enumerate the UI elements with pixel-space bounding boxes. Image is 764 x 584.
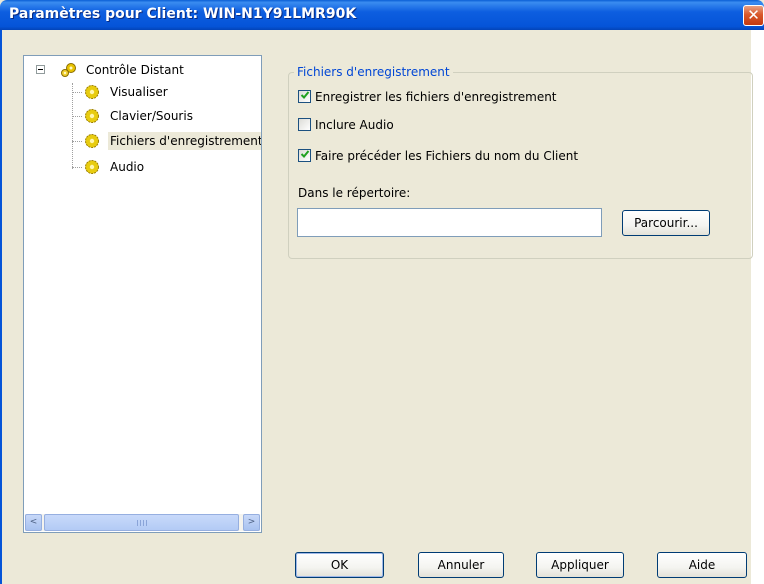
checkbox-label: Inclure Audio bbox=[315, 118, 394, 132]
close-icon: ✕ bbox=[747, 6, 760, 24]
browse-button[interactable]: Parcourir... bbox=[622, 210, 710, 236]
checkmark-icon bbox=[300, 91, 310, 99]
help-button[interactable]: Aide bbox=[657, 552, 747, 578]
scroll-thumb[interactable] bbox=[44, 514, 239, 531]
tree-item-label: Visualiser bbox=[110, 85, 168, 99]
ok-button[interactable]: OK bbox=[295, 552, 384, 578]
window-title: Paramètres pour Client: WIN-N1Y91LMR90K bbox=[9, 6, 357, 22]
chevron-right-icon: > bbox=[247, 517, 256, 527]
gears-icon bbox=[61, 63, 76, 77]
checkbox-box[interactable] bbox=[298, 118, 311, 131]
gear-icon bbox=[85, 85, 99, 99]
tree-connector bbox=[72, 116, 82, 117]
checkbox-label: Faire précéder les Fichiers du nom du Cl… bbox=[315, 149, 579, 163]
tree-item-label: Contrôle Distant bbox=[86, 63, 184, 77]
group-title: Fichiers d'enregistrement bbox=[294, 65, 453, 79]
checkbox-box[interactable] bbox=[298, 90, 311, 103]
apply-button[interactable]: Appliquer bbox=[536, 552, 624, 578]
checkbox-box[interactable] bbox=[298, 149, 311, 162]
collapse-toggle-icon[interactable] bbox=[36, 65, 45, 74]
tree-connector bbox=[72, 83, 73, 169]
tree-item-label: Fichiers d'enregistrement bbox=[108, 132, 261, 150]
scroll-right-button[interactable]: > bbox=[243, 514, 260, 531]
chevron-left-icon: < bbox=[29, 517, 38, 527]
settings-tree[interactable]: Contrôle Distant Visualiser Clavier/Sour… bbox=[23, 55, 262, 533]
gear-icon bbox=[85, 160, 99, 174]
gear-icon bbox=[85, 134, 99, 148]
checkmark-icon bbox=[300, 150, 310, 158]
directory-input[interactable] bbox=[297, 208, 602, 237]
tree-connector bbox=[72, 92, 82, 93]
tree-item-label: Audio bbox=[110, 160, 145, 174]
checkbox-label: Enregistrer les fichiers d'enregistremen… bbox=[315, 90, 557, 104]
close-button[interactable]: ✕ bbox=[743, 5, 764, 26]
settings-window: Paramètres pour Client: WIN-N1Y91LMR90K … bbox=[0, 0, 764, 584]
window-left-border bbox=[0, 30, 2, 584]
cancel-button[interactable]: Annuler bbox=[418, 552, 504, 578]
scroll-left-button[interactable]: < bbox=[25, 514, 42, 531]
directory-label: Dans le répertoire: bbox=[298, 186, 411, 200]
gear-icon bbox=[85, 109, 99, 123]
tree-connector bbox=[72, 141, 82, 142]
title-bar[interactable]: Paramètres pour Client: WIN-N1Y91LMR90K … bbox=[0, 0, 764, 30]
tree-horizontal-scrollbar[interactable]: < > bbox=[25, 514, 260, 531]
tree-connector bbox=[72, 167, 82, 168]
grip-icon bbox=[137, 520, 147, 526]
tree-item-label: Clavier/Souris bbox=[110, 109, 193, 123]
